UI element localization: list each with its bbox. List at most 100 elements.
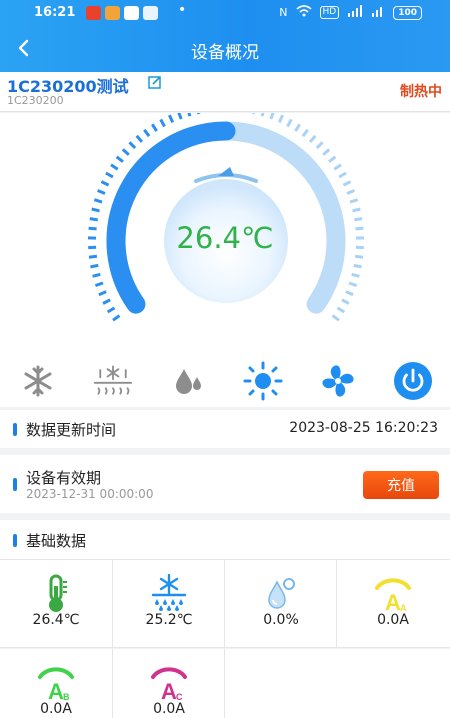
gauge-tick bbox=[315, 141, 324, 150]
gauge-tick bbox=[135, 134, 144, 143]
app-notification-icon bbox=[86, 6, 101, 20]
recharge-button[interactable]: 充值 bbox=[363, 471, 439, 499]
more-notifications-icon: • bbox=[178, 2, 187, 18]
sun-icon bbox=[243, 361, 283, 401]
signal-icon bbox=[347, 5, 363, 20]
data-cell-current-b: A B 0.0A bbox=[0, 649, 113, 718]
data-value: 0.0% bbox=[263, 612, 299, 628]
gauge-tick bbox=[143, 128, 151, 138]
gauge-tick bbox=[345, 290, 354, 297]
gauge-tick bbox=[346, 189, 355, 195]
gauge-tick bbox=[102, 298, 111, 305]
heating-mode-button[interactable] bbox=[243, 361, 283, 401]
gauge-tick bbox=[128, 141, 137, 150]
device-info: 1C230200测试 1C230200 制热中 bbox=[0, 72, 450, 112]
gauge-tick bbox=[112, 314, 121, 322]
section-marker bbox=[13, 534, 17, 547]
validity-label: 设备有效期 bbox=[26, 469, 102, 487]
gauge-tick bbox=[348, 281, 358, 288]
section-marker bbox=[13, 423, 17, 436]
gauge-tick bbox=[93, 198, 103, 204]
mode-selector bbox=[0, 355, 450, 407]
top-bar: 16:21 • N HD 100 设备概况 bbox=[0, 0, 450, 72]
hd-badge: HD bbox=[319, 6, 340, 19]
dehumidify-icon bbox=[176, 369, 201, 394]
gauge-pointer-icon bbox=[218, 167, 234, 176]
gauge-tick bbox=[115, 155, 124, 163]
data-cell-temperature: 26.4℃ bbox=[0, 560, 113, 648]
gauge-tick bbox=[168, 114, 175, 124]
validity-date: 2023-12-31 00:00:00 bbox=[26, 487, 154, 501]
data-value: 0.0A bbox=[40, 701, 72, 717]
gauge-tick bbox=[260, 113, 265, 117]
system-icons: N HD 100 bbox=[279, 5, 422, 20]
data-cell-empty bbox=[225, 649, 450, 718]
notification-icons bbox=[86, 6, 158, 20]
water-drop-icon bbox=[268, 578, 295, 609]
gauge-tick bbox=[277, 114, 284, 124]
data-cell-current-c: A C 0.0A bbox=[113, 649, 225, 718]
cooling-mode-button[interactable] bbox=[18, 363, 58, 399]
app-notification-icon bbox=[105, 6, 120, 20]
data-value: 26.4℃ bbox=[32, 612, 80, 628]
gauge-tick bbox=[159, 118, 166, 128]
gauge-tick bbox=[322, 148, 331, 156]
gauge-tick bbox=[110, 163, 119, 171]
fan-mode-button[interactable] bbox=[318, 363, 358, 399]
update-time-value: 2023-08-25 16:20:23 bbox=[289, 420, 438, 436]
gauge-tick bbox=[90, 263, 99, 269]
gauge-tick bbox=[353, 263, 362, 269]
gauge-tick bbox=[328, 155, 337, 163]
gauge-tick bbox=[94, 281, 104, 288]
gauge-tick bbox=[338, 171, 347, 179]
gauge-tick bbox=[92, 272, 101, 278]
gauge-tick bbox=[91, 207, 100, 213]
section-marker bbox=[13, 478, 17, 491]
power-icon bbox=[394, 362, 432, 400]
current-temperature: 26.4℃ bbox=[176, 221, 274, 255]
telegram-icon bbox=[143, 6, 158, 20]
signal-icon-2 bbox=[371, 5, 385, 20]
basic-data-header: 基础数据 bbox=[0, 520, 450, 560]
gauge-tick bbox=[342, 180, 352, 187]
gauge-tick bbox=[355, 226, 364, 231]
gauge-tick bbox=[354, 217, 363, 222]
icon-letter: A bbox=[385, 590, 401, 614]
page-title: 设备概况 bbox=[191, 43, 259, 63]
device-status: 制热中 bbox=[400, 84, 442, 100]
data-cell-humidity: 0.0% bbox=[225, 560, 337, 648]
temperature-gauge: 26.4℃ bbox=[0, 113, 450, 355]
app-notification-icon bbox=[124, 6, 139, 20]
gauge-tick bbox=[106, 306, 116, 314]
current-a-icon: A A bbox=[375, 578, 411, 614]
defrost-icon bbox=[93, 365, 133, 395]
edit-icon[interactable] bbox=[148, 75, 162, 89]
battery-indicator: 100 bbox=[393, 5, 422, 20]
gauge-tick bbox=[187, 113, 192, 117]
dehumidify-mode-button[interactable] bbox=[168, 363, 208, 399]
gauge-tick bbox=[331, 314, 340, 322]
data-cell-current-a: A A 0.0A bbox=[337, 560, 450, 648]
nfc-icon: N bbox=[279, 6, 288, 19]
status-bar: 16:21 • N HD 100 bbox=[0, 0, 450, 26]
update-time-label: 数据更新时间 bbox=[26, 421, 117, 439]
power-button[interactable] bbox=[393, 362, 433, 400]
gauge-tick bbox=[349, 198, 359, 204]
icon-letter: A bbox=[48, 679, 64, 703]
defrost-mode-button[interactable] bbox=[93, 363, 133, 399]
gauge-tick bbox=[105, 171, 114, 179]
gauge-tick bbox=[177, 113, 183, 120]
gauge-tick bbox=[89, 217, 98, 222]
gauge-tick bbox=[98, 290, 107, 297]
icon-letter: A bbox=[161, 679, 177, 703]
gauge-tick bbox=[301, 128, 309, 138]
current-b-icon: A B bbox=[38, 667, 74, 703]
gauge-tick bbox=[308, 134, 317, 143]
basic-data-grid: 26.4℃ 25.2℃ 0.0% A A 0.0A A B 0.0A A C 0… bbox=[0, 560, 450, 718]
gauge-tick bbox=[97, 189, 106, 195]
update-time-row: 数据更新时间 2023-08-25 16:20:23 bbox=[0, 410, 450, 448]
data-cell-coil-temp: 25.2℃ bbox=[113, 560, 225, 648]
gauge-tick bbox=[269, 113, 275, 120]
gauge-tick bbox=[336, 306, 346, 314]
basic-data-title: 基础数据 bbox=[26, 532, 87, 550]
